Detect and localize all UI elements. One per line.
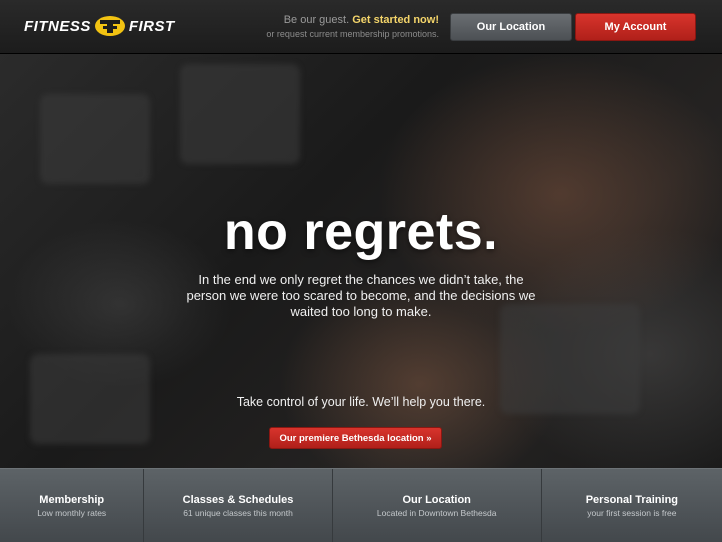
hero-tagline: Take control of your life. We’ll help yo…: [236, 395, 486, 409]
guest-prefix: Be our guest.: [283, 14, 350, 26]
logo-mark-icon: [94, 16, 125, 36]
guest-promo: Be our guest. Get started now! or reques…: [266, 13, 439, 41]
feature-classes-schedules[interactable]: Classes & Schedules 61 unique classes th…: [144, 469, 333, 542]
logo-text-right: FIRST: [128, 17, 175, 35]
feature-title: Classes & Schedules: [182, 493, 294, 506]
feature-subtitle: Located in Downtown Bethesda: [376, 507, 497, 518]
feature-personal-training[interactable]: Personal Training your first session is …: [542, 469, 722, 542]
hero-headline: no regrets.: [223, 203, 499, 261]
feature-title: Membership: [39, 493, 105, 506]
background-dumbbell: [180, 64, 300, 164]
fitness-first-logo[interactable]: FITNESS FIRST: [24, 13, 175, 39]
site-header: FITNESS FIRST Be our guest. Get started …: [0, 0, 722, 54]
feature-our-location[interactable]: Our Location Located in Downtown Bethesd…: [333, 469, 542, 542]
feature-subtitle: Low monthly rates: [37, 507, 107, 518]
feature-bar: Membership Low monthly rates Classes & S…: [0, 468, 722, 542]
guest-subtext[interactable]: or request current membership promotions…: [266, 27, 439, 41]
my-account-button[interactable]: My Account: [575, 13, 696, 41]
feature-subtitle: your first session is free: [587, 507, 677, 518]
feature-subtitle: 61 unique classes this month: [183, 507, 293, 518]
background-dumbbell: [40, 94, 150, 184]
logo-text-left: FITNESS: [24, 17, 91, 35]
feature-title: Personal Training: [585, 493, 679, 506]
feature-title: Our Location: [402, 493, 471, 506]
hero-banner: no regrets. In the end we only regret th…: [0, 54, 722, 468]
our-location-button[interactable]: Our Location: [450, 13, 572, 41]
feature-membership[interactable]: Membership Low monthly rates: [0, 469, 145, 542]
hero-quote: In the end we only regret the chances we…: [186, 272, 536, 319]
bethesda-location-button[interactable]: Our premiere Bethesda location »: [269, 427, 442, 449]
get-started-link[interactable]: Get started now!: [352, 14, 439, 26]
